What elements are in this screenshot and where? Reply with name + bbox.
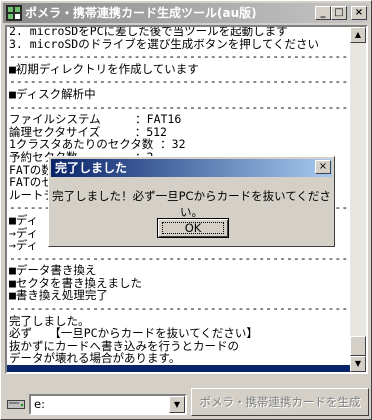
drive-selected: e: (34, 397, 45, 411)
dialog-message: 完了しました！必ず一旦PCからカードを抜いてください。 (52, 189, 331, 219)
focus-rect (162, 222, 224, 234)
log-line: ----------------------------------------… (9, 49, 368, 64)
log-line: ■データ書き換え (9, 263, 97, 278)
ok-button[interactable]: OK (157, 218, 229, 238)
log-line: データが壊れる場合があります。 (9, 351, 181, 366)
app-icon (6, 5, 22, 21)
dialog-close-button[interactable]: × (315, 160, 331, 174)
log-line: ファイルシステム ：FAT16 (9, 112, 182, 127)
dialog-title: 完了しました (55, 161, 128, 175)
window-title: ポメラ・携帯連携カード生成ツール(au版) (25, 6, 257, 20)
selection-highlight (7, 365, 350, 372)
generate-card-button[interactable]: ポメラ・携帯連携カードを生成 (191, 388, 369, 416)
scroll-up-icon[interactable]: ▲ (350, 27, 366, 43)
main-window: ポメラ・携帯連携カード生成ツール(au版) _ □ × 2. microSDをP… (0, 0, 372, 420)
log-scrollbar[interactable]: ▲ ▼ (350, 27, 366, 372)
close-button[interactable]: × (351, 6, 367, 20)
title-bar[interactable]: ポメラ・携帯連携カード生成ツール(au版) _ □ × (3, 3, 369, 23)
log-line: 必ず 【一旦PCからカードを抜いてください】 (9, 326, 258, 341)
drive-icon (7, 400, 25, 409)
chevron-down-icon[interactable]: ▼ (169, 396, 185, 413)
scroll-thumb[interactable] (350, 336, 366, 356)
completion-dialog: 完了しました × 完了しました！必ず一旦PCからカードを抜いてください。 OK (48, 156, 335, 247)
log-line: ■ディスク解析中 (9, 86, 96, 101)
log-line: ----------------------------------------… (9, 301, 368, 316)
log-line: 2. microSDをPCに差した後で当ツールを起動します (9, 25, 288, 38)
minimize-button[interactable]: _ (315, 6, 331, 20)
drive-dropdown[interactable]: e: ▼ (29, 394, 187, 415)
scroll-down-icon[interactable]: ▼ (350, 356, 366, 372)
dialog-title-bar[interactable]: 完了しました (51, 159, 332, 177)
maximize-button[interactable]: □ (331, 6, 347, 20)
